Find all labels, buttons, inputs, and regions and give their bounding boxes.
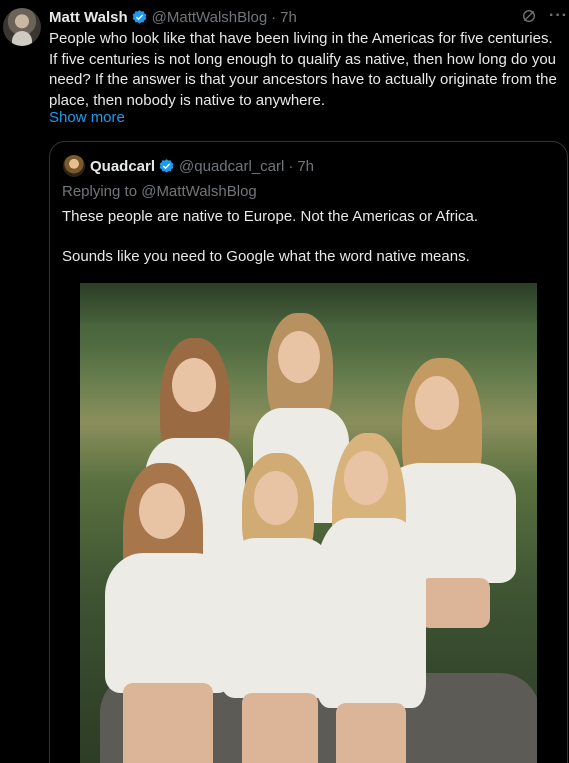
photo-figure (310, 433, 430, 763)
tweet-header: Matt Walsh @MattWalshBlog · 7h ··· (49, 7, 569, 27)
grok-icon[interactable] (521, 8, 537, 24)
quoted-tweet[interactable]: Quadcarl @quadcarl_carl · 7h Replying to… (49, 141, 568, 763)
quote-photo[interactable] (80, 283, 537, 763)
more-icon[interactable]: ··· (549, 7, 569, 25)
tweet-text: People who look like that have been livi… (49, 30, 557, 109)
quote-text-line1: These people are native to Europe. Not t… (62, 208, 479, 225)
verified-badge-icon (159, 158, 174, 173)
quote-time[interactable]: 7h (297, 158, 314, 175)
quote-author-handle[interactable]: @quadcarl_carl (179, 158, 284, 175)
replying-to: Replying to @MattWalshBlog (62, 183, 257, 200)
quote-author-avatar[interactable] (63, 155, 85, 177)
show-more-link[interactable]: Show more (49, 109, 125, 126)
author-avatar[interactable] (3, 8, 41, 46)
quote-header: Quadcarl @quadcarl_carl · 7h (90, 156, 314, 176)
author-handle[interactable]: @MattWalshBlog (152, 9, 268, 26)
author-name[interactable]: Matt Walsh (49, 9, 128, 26)
verified-badge-icon (132, 9, 146, 24)
quote-text-line2: Sounds like you need to Google what the … (62, 248, 470, 265)
photo-figure (105, 463, 235, 763)
quote-author-name[interactable]: Quadcarl (90, 158, 155, 175)
separator-dot: · (271, 8, 277, 26)
tweet-time[interactable]: 7h (280, 9, 297, 26)
separator-dot: · (288, 157, 294, 175)
header-actions: ··· (521, 7, 569, 25)
